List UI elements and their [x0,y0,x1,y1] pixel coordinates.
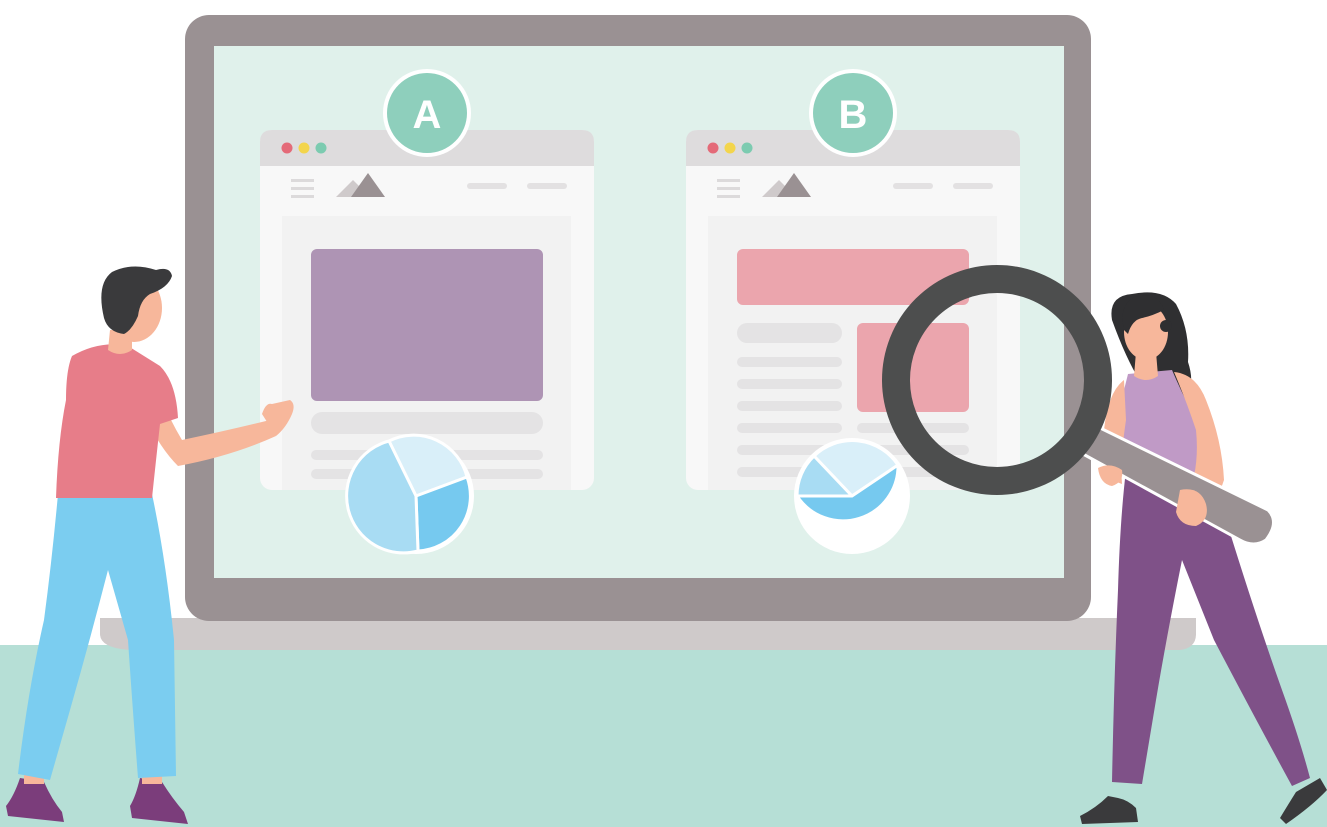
variant-a-hero-block [311,249,543,401]
window-dot-red [707,142,719,154]
window-dot-yellow [724,142,736,154]
window-dot-green [741,142,753,154]
window-dot-green [315,142,327,154]
variant-b-label: B [839,93,868,137]
laptop-base [100,618,1196,650]
variant-b-window [686,130,1020,490]
pie-chart-icon [794,438,910,554]
variant-b-badge: B [809,69,897,157]
hamburger-menu-icon [717,179,740,198]
variant-a-badge: A [383,69,471,157]
man-shirt [56,344,178,498]
ab-testing-illustration: A B [0,15,1327,827]
variant-a-label: A [413,93,442,137]
pie-chart-icon [345,433,474,555]
hamburger-menu-icon [291,179,314,198]
window-dot-yellow [298,142,310,154]
window-dot-red [281,142,293,154]
